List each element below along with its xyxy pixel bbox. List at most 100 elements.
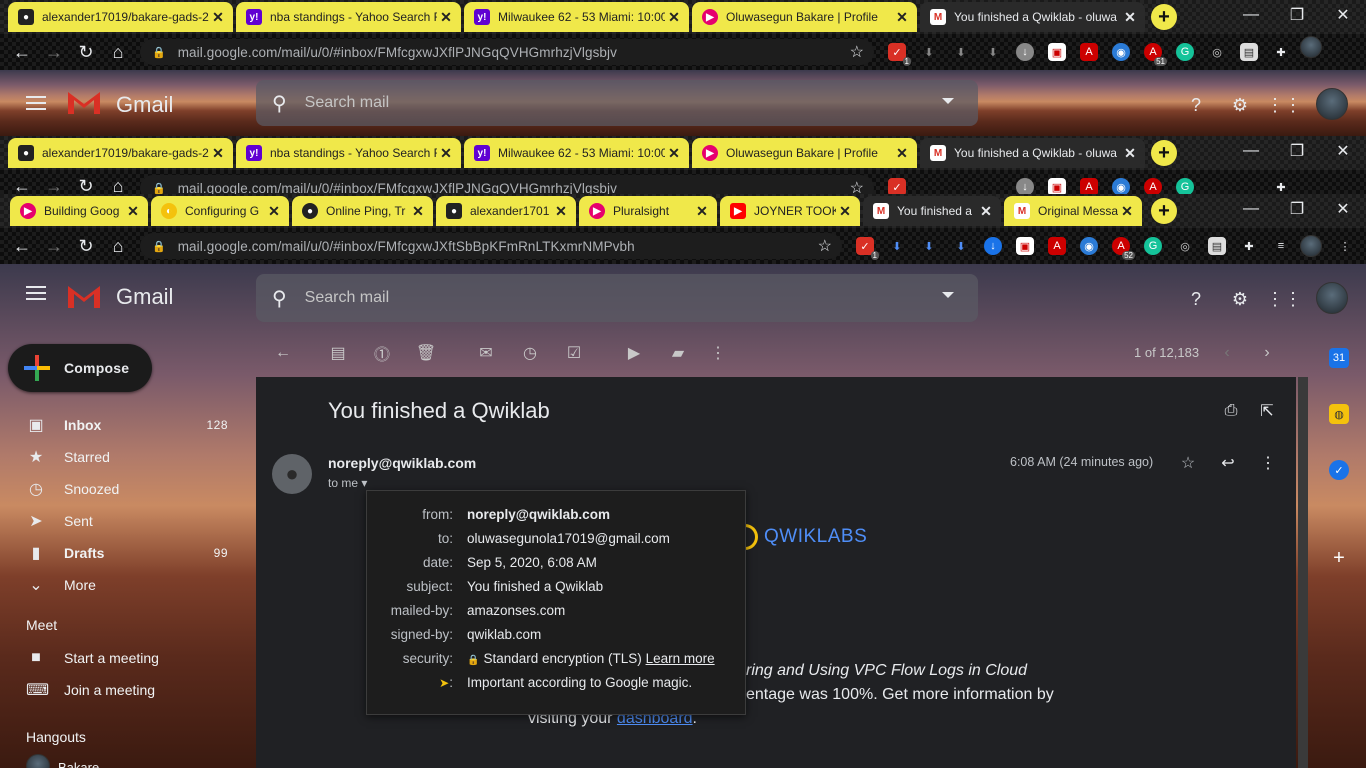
tab-building-google[interactable]: ▶ Building Goog ✕ bbox=[10, 196, 148, 226]
adblock-icon[interactable]: A 51 bbox=[1144, 43, 1167, 66]
home-icon[interactable]: ⌂ bbox=[106, 174, 130, 195]
tab-youtube-joyner[interactable]: ▶ JOYNER TOOK ✕ bbox=[720, 196, 860, 226]
forward-icon[interactable]: → bbox=[42, 40, 66, 64]
back-icon[interactable]: ← bbox=[10, 234, 34, 258]
mcafee-icon[interactable]: ▣ bbox=[1048, 178, 1066, 194]
address-bar[interactable]: 🔒 mail.google.com/mail/u/0/#inbox/FMfcgx… bbox=[140, 175, 874, 194]
ext-todo-icon[interactable]: ✓ bbox=[888, 178, 906, 194]
archive-icon[interactable]: ▤ bbox=[327, 342, 349, 364]
bookmark-star-icon[interactable]: ☆ bbox=[818, 236, 832, 256]
nav-inbox[interactable]: ▣ Inbox 128 bbox=[0, 409, 240, 441]
search-options-icon[interactable] bbox=[942, 98, 954, 104]
close-tab-icon[interactable]: ✕ bbox=[1121, 9, 1139, 26]
close-tab-icon[interactable]: ✕ bbox=[552, 203, 570, 220]
nav-snoozed[interactable]: ◷ Snoozed bbox=[0, 473, 240, 505]
bookmark-star-icon[interactable]: ☆ bbox=[850, 178, 864, 194]
older-chevron-icon[interactable]: › bbox=[1256, 342, 1278, 364]
close-tab-icon[interactable]: ✕ bbox=[665, 9, 683, 26]
reload-icon[interactable]: ↻ bbox=[74, 174, 98, 195]
pdf-icon[interactable]: A bbox=[1080, 178, 1098, 194]
help-icon[interactable]: ? bbox=[1185, 288, 1207, 310]
close-tab-icon[interactable]: ✕ bbox=[265, 203, 283, 220]
download-icon[interactable]: ⬇ bbox=[952, 43, 970, 61]
forward-icon[interactable]: → bbox=[42, 234, 66, 258]
scrollbar[interactable] bbox=[1298, 377, 1308, 768]
help-icon[interactable]: ? bbox=[1185, 94, 1207, 116]
tab-github[interactable]: ● alexander17019/bakare-gads-2 ✕ bbox=[8, 2, 233, 32]
hangouts-user-name[interactable]: Bakare bbox=[58, 760, 99, 768]
tab-yahoo-milwaukee[interactable]: y! Milwaukee 62 - 53 Miami: 10:00 ✕ bbox=[464, 138, 689, 168]
labels-icon[interactable]: ▰ bbox=[667, 342, 689, 364]
close-tab-icon[interactable]: ✕ bbox=[209, 9, 227, 26]
download-icon[interactable]: ⬇ bbox=[984, 43, 1002, 61]
tab-yahoo-nba[interactable]: y! nba standings - Yahoo Search R ✕ bbox=[236, 138, 461, 168]
start-meeting[interactable]: ■ Start a meeting bbox=[0, 642, 240, 674]
more-options-icon[interactable]: ⋮ bbox=[707, 342, 729, 364]
apps-grid-icon[interactable]: ⋮⋮ bbox=[1266, 94, 1302, 116]
address-bar[interactable]: 🔒 mail.google.com/mail/u/0/#inbox/FMfcgx… bbox=[140, 39, 874, 65]
download-icon[interactable]: ↓ bbox=[1016, 43, 1034, 61]
new-tab-button[interactable]: + bbox=[1151, 198, 1177, 224]
tasks-icon[interactable]: ✓ bbox=[1329, 460, 1349, 480]
report-spam-icon[interactable]: ⓵ bbox=[371, 342, 393, 364]
search-icon[interactable]: ⚲ bbox=[272, 286, 287, 311]
close-window-icon[interactable]: ✕ bbox=[1320, 0, 1366, 30]
minimize-icon[interactable]: — bbox=[1228, 136, 1274, 166]
extensions-puzzle-icon[interactable]: ✚ bbox=[1240, 237, 1258, 255]
profile-avatar[interactable] bbox=[1300, 235, 1322, 257]
close-tab-icon[interactable]: ✕ bbox=[1121, 145, 1139, 162]
ext-glasses-icon[interactable]: ◎ bbox=[1208, 43, 1226, 61]
download-icon[interactable]: ↓ bbox=[984, 237, 1002, 255]
bookmark-star-icon[interactable]: ☆ bbox=[850, 42, 864, 62]
close-tab-icon[interactable]: ✕ bbox=[209, 145, 227, 162]
tab-yahoo-milwaukee[interactable]: y! Milwaukee 62 - 53 Miami: 10:00 ✕ bbox=[464, 2, 689, 32]
settings-gear-icon[interactable]: ⚙ bbox=[1229, 94, 1251, 116]
download-icon[interactable]: ⬇ bbox=[952, 237, 970, 255]
close-tab-icon[interactable]: ✕ bbox=[977, 203, 995, 220]
extensions-puzzle-icon[interactable]: ✚ bbox=[1272, 43, 1290, 61]
add-to-tasks-icon[interactable]: ☑ bbox=[563, 342, 585, 364]
ext-glasses-icon[interactable]: ◎ bbox=[1176, 237, 1194, 255]
pdf-icon[interactable]: A bbox=[1080, 43, 1098, 61]
download-icon[interactable]: ⬇ bbox=[888, 237, 906, 255]
globe-icon[interactable]: ◉ bbox=[1112, 178, 1130, 194]
keep-icon[interactable]: ◍ bbox=[1329, 404, 1349, 424]
restore-icon[interactable]: ❐ bbox=[1274, 136, 1320, 166]
tab-github[interactable]: ● alexander17019/bakare-gads-2 ✕ bbox=[8, 138, 233, 168]
close-tab-icon[interactable]: ✕ bbox=[124, 203, 142, 220]
reload-icon[interactable]: ↻ bbox=[74, 40, 98, 64]
print-icon[interactable]: ⎙ bbox=[1220, 400, 1242, 422]
grammarly-icon[interactable]: G bbox=[1176, 43, 1194, 61]
home-icon[interactable]: ⌂ bbox=[106, 234, 130, 258]
search-options-icon[interactable] bbox=[942, 292, 954, 298]
tab-original-message[interactable]: M Original Messa ✕ bbox=[1004, 196, 1142, 226]
back-icon[interactable]: ← bbox=[10, 40, 34, 64]
calendar-icon[interactable]: 31 bbox=[1329, 348, 1349, 368]
minimize-icon[interactable]: — bbox=[1228, 194, 1274, 224]
grammarly-icon[interactable]: G bbox=[1176, 178, 1194, 194]
mcafee-icon[interactable]: ▣ bbox=[1016, 237, 1034, 255]
restore-icon[interactable]: ❐ bbox=[1274, 0, 1320, 30]
close-tab-icon[interactable]: ✕ bbox=[1118, 203, 1136, 220]
nav-more[interactable]: ⌄ More bbox=[0, 569, 240, 601]
ext-todo-icon[interactable]: ✓ 1 bbox=[856, 237, 879, 260]
compose-button[interactable]: Compose bbox=[8, 344, 152, 392]
sender-email[interactable]: noreply@qwiklab.com bbox=[328, 455, 476, 471]
newer-chevron-icon[interactable]: ‹ bbox=[1216, 342, 1238, 364]
close-tab-icon[interactable]: ✕ bbox=[437, 9, 455, 26]
main-menu-icon[interactable] bbox=[26, 286, 46, 300]
open-new-window-icon[interactable]: ⇱ bbox=[1256, 400, 1278, 422]
account-avatar[interactable] bbox=[1316, 282, 1348, 314]
reload-icon[interactable]: ↻ bbox=[74, 234, 98, 258]
download-icon[interactable]: ↓ bbox=[1016, 178, 1034, 194]
close-tab-icon[interactable]: ✕ bbox=[836, 203, 854, 220]
globe-icon[interactable]: ◉ bbox=[1080, 237, 1098, 255]
nav-drafts[interactable]: ▮ Drafts 99 bbox=[0, 537, 240, 569]
tab-pluralsight-profile[interactable]: ▶ Oluwasegun Bakare | Profile ✕ bbox=[692, 138, 917, 168]
ext-image-icon[interactable]: ▤ bbox=[1208, 237, 1226, 255]
delete-icon[interactable]: 🗑 bbox=[415, 342, 437, 364]
adblock-icon[interactable]: A 52 bbox=[1112, 237, 1135, 260]
close-tab-icon[interactable]: ✕ bbox=[665, 145, 683, 162]
main-menu-icon[interactable] bbox=[26, 96, 46, 110]
apps-grid-icon[interactable]: ⋮⋮ bbox=[1266, 288, 1302, 310]
